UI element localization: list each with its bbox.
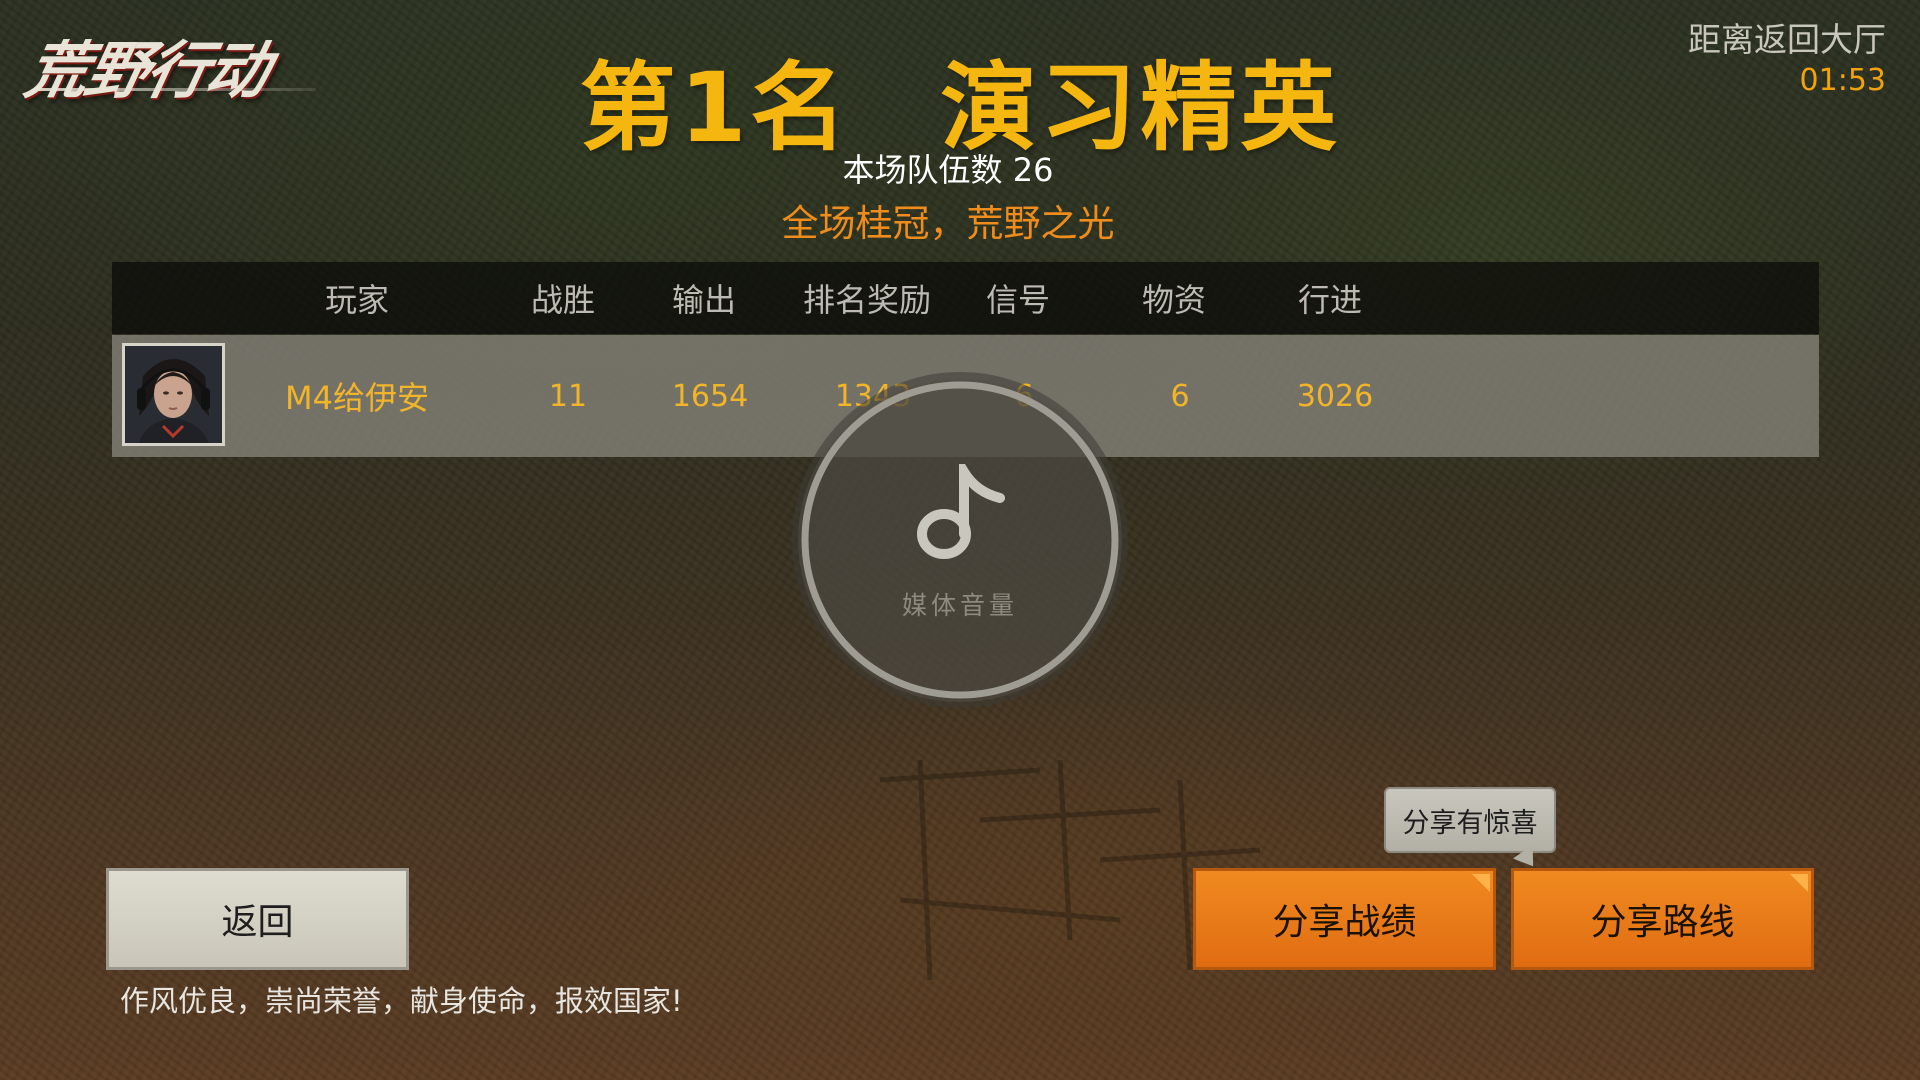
results-screen: 荒野行动 距离返回大厅 01:53 第1名 演习精英 本场队伍数 26 全场桂冠，… xyxy=(0,0,1920,1080)
player-portrait-icon xyxy=(125,346,222,443)
cell-damage: 1654 xyxy=(671,378,749,414)
share-record-button[interactable]: 分享战绩 xyxy=(1193,868,1496,970)
header-travel: 行进 xyxy=(1297,281,1363,319)
music-note-icon xyxy=(917,464,1005,559)
header-rank-reward: 排名奖励 xyxy=(802,281,932,319)
team-count: 本场队伍数 26 xyxy=(842,151,1054,189)
button-corner-decoration xyxy=(1790,874,1808,892)
cell-supplies: 6 xyxy=(1170,378,1190,414)
player-avatar[interactable] xyxy=(122,343,225,446)
share-tooltip: 分享有惊喜 xyxy=(1384,787,1556,853)
stats-table-header: 玩家 战胜 输出 排名奖励 信号 物资 行进 xyxy=(112,262,1819,334)
media-volume-overlay: 媒体音量 xyxy=(798,378,1122,702)
header-player: 玩家 xyxy=(324,281,390,319)
victory-slogan: 全场桂冠，荒野之光 xyxy=(781,202,1115,245)
header-signal: 信号 xyxy=(985,281,1051,319)
cell-travel: 3026 xyxy=(1296,378,1374,414)
share-route-label: 分享路线 xyxy=(1590,902,1735,943)
header-kills: 战胜 xyxy=(530,281,596,319)
share-route-button[interactable]: 分享路线 xyxy=(1511,868,1814,970)
header-damage: 输出 xyxy=(671,281,737,319)
button-corner-decoration xyxy=(1472,874,1490,892)
player-name: M4给伊安 xyxy=(285,379,429,417)
volume-label: 媒体音量 xyxy=(901,591,1018,620)
back-button[interactable]: 返回 xyxy=(106,868,409,970)
cell-kills: 11 xyxy=(548,378,588,414)
header-supplies: 物资 xyxy=(1141,281,1207,319)
share-record-label: 分享战绩 xyxy=(1272,902,1417,943)
motto-text: 作风优良，崇尚荣誉，献身使命，报效国家! xyxy=(120,984,683,1018)
